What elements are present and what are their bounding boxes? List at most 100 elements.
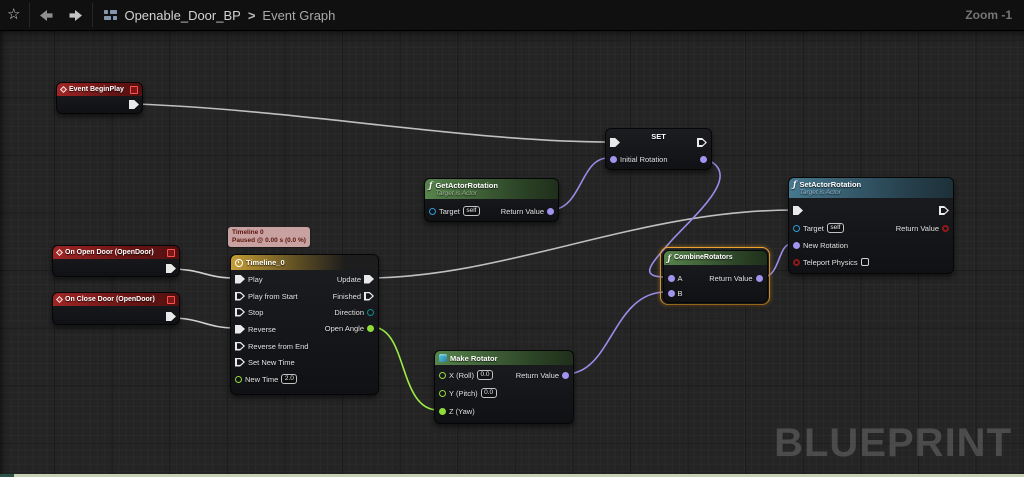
favorite-button[interactable]: ☆: [0, 0, 27, 30]
return-value-pin[interactable]: [547, 207, 554, 215]
y-pitch-value-box[interactable]: 0.0: [480, 387, 497, 399]
toolbar-divider: [29, 3, 31, 27]
pin-label: New Rotation: [803, 240, 849, 250]
event-graph-canvas[interactable]: BLUEPRINT Event BeginPlay SET Initial Ro…: [0, 30, 1024, 474]
zoom-level-label: Zoom -1: [965, 8, 1012, 22]
pin-label: Update: [336, 274, 361, 284]
new-time-float-pin[interactable]: [235, 375, 242, 383]
exec-out-pin[interactable]: [939, 206, 949, 215]
event-badge-icon: [130, 85, 138, 94]
update-exec-pin[interactable]: [364, 274, 374, 284]
pin-label: Reverse from End: [248, 341, 309, 351]
new-time-value-box[interactable]: 2.0: [281, 373, 298, 385]
node-on-close-door[interactable]: On Close Door (OpenDoor): [52, 292, 180, 325]
node-subtitle: Target is Actor: [435, 190, 477, 197]
event-badge-icon: [167, 295, 175, 304]
z-yaw-float-pin[interactable]: [439, 407, 446, 415]
pin-label: Z (Yaw): [449, 406, 475, 416]
node-set-initial-rotation[interactable]: SET Initial Rotation: [605, 128, 712, 170]
wire-makerotator-to-b: [565, 291, 667, 375]
event-badge-icon: [167, 248, 175, 257]
pin-label: Finished: [332, 291, 361, 301]
direction-enum-pin[interactable]: [367, 308, 374, 316]
back-arrow-icon: [40, 9, 53, 21]
blueprint-class-icon: [104, 9, 118, 20]
stop-exec-pin[interactable]: [235, 307, 245, 317]
pin-label: Return Value: [515, 370, 559, 380]
a-rotator-pin[interactable]: [667, 275, 675, 282]
selection-outline: ƒ CombineRotators A B Return Value: [660, 247, 770, 305]
breadcrumb-root[interactable]: Openable_Door_BP: [124, 8, 240, 23]
reverse-exec-pin[interactable]: [235, 324, 245, 334]
node-title: Event BeginPlay: [69, 86, 124, 93]
node-timeline[interactable]: Timeline_0 Play Play from Start Stop Rev…: [230, 254, 379, 395]
timeline-status-title: Timeline 0: [232, 229, 264, 236]
event-diamond-icon: [55, 295, 64, 304]
pin-label: Teleport Physics: [803, 257, 858, 267]
play-exec-pin[interactable]: [235, 274, 245, 284]
pin-label: A: [677, 274, 683, 283]
target-value-box[interactable]: self: [826, 222, 844, 234]
set-new-time-exec-pin[interactable]: [235, 357, 245, 367]
pin-label: Y (Pitch): [449, 388, 478, 398]
pin-label: Target: [439, 206, 460, 216]
function-icon: ƒ: [429, 180, 433, 190]
x-roll-float-pin[interactable]: [439, 371, 446, 379]
timeline-status-bubble: Timeline 0 Paused @ 0.00 s (0.0 %): [228, 227, 310, 247]
exec-out-pin[interactable]: [166, 264, 176, 273]
target-value-box[interactable]: self: [462, 205, 480, 217]
breadcrumb-current[interactable]: Event Graph: [262, 8, 335, 23]
back-button[interactable]: [32, 0, 61, 30]
node-on-open-door[interactable]: On Open Door (OpenDoor): [52, 245, 180, 277]
node-title: On Close Door (OpenDoor): [65, 296, 155, 303]
finished-exec-pin[interactable]: [364, 291, 374, 301]
rotator-out-pin[interactable]: [700, 155, 707, 163]
node-title: CombineRotators: [673, 254, 733, 261]
pin-label: Return Value: [500, 206, 544, 216]
pin-label: B: [677, 289, 683, 298]
x-roll-value-box[interactable]: 0.0: [477, 369, 494, 381]
exec-in-pin[interactable]: [793, 206, 803, 215]
play-from-start-exec-pin[interactable]: [235, 291, 245, 301]
exec-out-pin[interactable]: [166, 312, 176, 321]
toolbar-divider: [92, 3, 94, 27]
node-title: Timeline_0: [246, 258, 285, 267]
target-object-pin[interactable]: [429, 207, 436, 215]
forward-arrow-icon: [69, 9, 83, 21]
return-value-pin[interactable]: [562, 371, 569, 379]
node-make-rotator[interactable]: Make Rotator X (Roll) 0.0 Y (Pitch) 0.0 …: [434, 350, 574, 424]
forward-button[interactable]: [61, 0, 90, 30]
event-diamond-icon: [59, 85, 68, 94]
pin-label: X (Roll): [449, 370, 475, 380]
node-combine-rotators[interactable]: ƒ CombineRotators A B Return Value: [662, 249, 768, 303]
node-set-actor-rotation[interactable]: ƒ SetActorRotation Target is Actor Targe…: [788, 177, 954, 274]
open-angle-float-pin[interactable]: [367, 324, 374, 332]
new-rotation-pin[interactable]: [793, 241, 800, 249]
star-icon: ☆: [7, 6, 21, 23]
node-get-actor-rotation[interactable]: ƒ GetActorRotation Target is Actor Targe…: [424, 178, 559, 222]
reverse-from-end-exec-pin[interactable]: [235, 341, 245, 351]
function-icon: ƒ: [667, 252, 671, 263]
return-value-bool-pin[interactable]: [942, 224, 949, 232]
pin-label: Set New Time: [248, 357, 295, 367]
teleport-physics-pin[interactable]: [793, 258, 800, 266]
return-value-pin[interactable]: [755, 275, 763, 282]
exec-out-pin[interactable]: [129, 100, 139, 109]
y-pitch-float-pin[interactable]: [439, 389, 446, 397]
pin-label: Reverse: [248, 324, 276, 334]
wire-beginplay-to-set: [135, 103, 610, 143]
blueprint-editor: { "toolbar": { "breadcrumb": { "root": "…: [0, 0, 1024, 477]
b-rotator-pin[interactable]: [667, 290, 675, 297]
node-event-beginplay[interactable]: Event BeginPlay: [56, 82, 143, 114]
node-title: Make Rotator: [450, 353, 498, 363]
event-diamond-icon: [55, 248, 64, 257]
pin-label: Return Value: [895, 223, 939, 233]
teleport-physics-checkbox[interactable]: [860, 258, 869, 266]
function-icon: ƒ: [793, 179, 797, 189]
wire-openangle-to-zyaw: [371, 326, 439, 411]
node-title: SET: [651, 132, 666, 141]
timeline-status-detail: Paused @ 0.00 s (0.0 %): [232, 237, 306, 244]
rotator-pin[interactable]: [610, 155, 617, 163]
pin-label: Target: [803, 223, 824, 233]
target-object-pin[interactable]: [793, 224, 800, 232]
